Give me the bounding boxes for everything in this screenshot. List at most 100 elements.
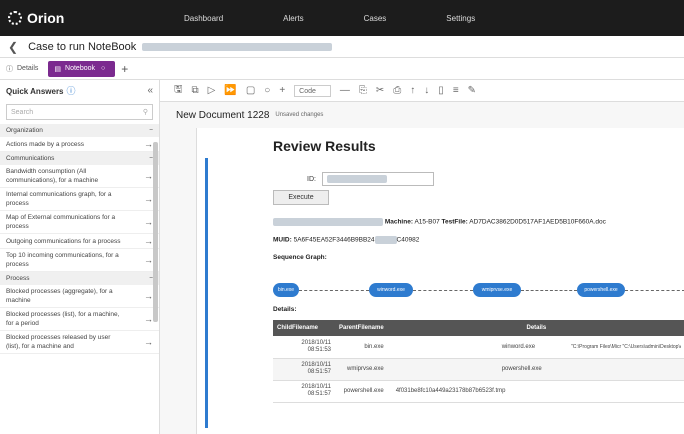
table-header-row: ChildFilename ParentFilename Details <box>273 320 684 336</box>
sequence-graph: bin.exe winword.exe wmiprvse.exe powersh… <box>273 280 684 300</box>
row-details: winword.exe "C:\Program Files\Micr "C:\Us… <box>387 336 684 359</box>
table-row[interactable]: 2018/10/11 08:51:57 powershell.exe 4f031b… <box>273 380 684 403</box>
case-header: ❮ Case to run NoteBook <box>0 36 684 58</box>
graph-node[interactable]: powershell.exe <box>577 283 625 297</box>
move-up-icon[interactable]: ↑ <box>410 85 415 96</box>
restart-icon[interactable]: ○ <box>264 85 270 96</box>
collapse-sidebar-icon[interactable]: « <box>147 85 153 96</box>
row-timestamp: 2018/10/11 08:51:53 <box>273 336 335 359</box>
cell-type-select[interactable]: Code <box>294 84 331 97</box>
item-label: Blocked processes released by user (list… <box>6 334 111 350</box>
execute-button[interactable]: Execute <box>273 190 329 205</box>
export-icon[interactable]: ⧉ <box>192 85 199 96</box>
add-tab-icon[interactable]: + <box>121 62 128 76</box>
col-child[interactable]: ChildFilename <box>273 320 335 336</box>
redacted-prefix <box>273 218 383 226</box>
item-label: Map of External communications for a pro… <box>6 214 116 230</box>
item-label: Blocked processes (aggregate), for a mac… <box>6 288 113 304</box>
row-parent: powershell.exe <box>501 366 542 372</box>
run-all-icon[interactable]: ⏩ <box>224 85 236 96</box>
machine-label: Machine: <box>384 218 413 226</box>
move-down-icon[interactable]: ↓ <box>424 85 429 96</box>
sequence-graph-label: Sequence Graph: <box>273 254 327 261</box>
list-item[interactable]: Outgoing communications for a process → <box>0 234 159 249</box>
list-item[interactable]: Blocked processes (list), for a machine,… <box>0 308 159 331</box>
stop-icon[interactable]: ▢ <box>246 85 255 96</box>
list-item[interactable]: Bandwidth consumption (All communication… <box>0 165 159 188</box>
tab-notebook[interactable]: ▤ Notebook ○ <box>48 60 116 77</box>
row-parent: 4f031be8fc10a449a23178b87b6523f.tmp <box>395 388 506 394</box>
details-label-text: Details: <box>273 306 297 313</box>
arrow-right-icon: → <box>144 139 153 149</box>
id-input[interactable] <box>321 172 434 186</box>
run-icon[interactable]: ▷ <box>208 85 216 96</box>
menu-icon[interactable]: ≡ <box>453 85 459 96</box>
graph-node[interactable]: winword.exe <box>369 283 413 297</box>
row-timestamp: 2018/10/11 08:51:57 <box>273 358 335 381</box>
nav-cases[interactable]: Cases <box>364 14 387 23</box>
list-item[interactable]: Actions made by a process → <box>0 137 159 152</box>
graph-node[interactable]: bin.exe <box>273 283 299 297</box>
arrow-right-icon: → <box>144 236 153 246</box>
copy-icon[interactable]: ⎘ <box>359 85 367 96</box>
edit-icon[interactable]: ✎ <box>468 85 476 96</box>
graph-edge <box>299 290 369 291</box>
table-row[interactable]: 2018/10/11 08:51:57 wmiprvse.exe powershe… <box>273 358 684 381</box>
paste-icon[interactable]: ⎙ <box>393 85 401 96</box>
item-label: Blocked processes (list), for a machine,… <box>6 311 120 327</box>
orion-logo-icon <box>8 11 22 25</box>
close-tab-icon[interactable]: ○ <box>101 65 105 72</box>
col-details[interactable]: Details <box>387 320 684 336</box>
details-table: ChildFilename ParentFilename Details 201… <box>273 320 684 403</box>
arrow-right-icon: → <box>144 171 153 181</box>
add-cell-icon[interactable]: + <box>279 85 285 96</box>
tab-details-label: Details <box>17 65 39 72</box>
row-date: 2018/10/11 <box>301 339 331 346</box>
top-navbar: Orion Dashboard Alerts Cases Settings <box>0 0 684 36</box>
back-arrow-icon[interactable]: ❮ <box>8 40 18 54</box>
search-placeholder: Search <box>11 108 34 116</box>
help-icon[interactable]: ⓘ <box>67 86 76 96</box>
item-label: Internal communications graph, for a pro… <box>6 191 112 207</box>
group-communications[interactable]: Communications − <box>0 152 159 165</box>
nav-dashboard[interactable]: Dashboard <box>184 14 223 23</box>
sidebar-scrollbar[interactable] <box>153 142 158 322</box>
graph-node[interactable]: wmiprvse.exe <box>473 283 521 297</box>
list-item[interactable]: Top 10 incoming communications, for a pr… <box>0 249 159 272</box>
redacted-muid <box>374 236 397 244</box>
muid-value: 5A6F45EA52F3446B9BB24 <box>293 236 375 244</box>
nav-alerts[interactable]: Alerts <box>283 14 303 23</box>
col-parent[interactable]: ParentFilename <box>335 320 388 336</box>
quick-answers-sidebar: Quick Answers ⓘ « Search ⚲ Organization − … <box>0 80 160 434</box>
arrow-right-icon: → <box>144 291 153 301</box>
search-icon: ⚲ <box>142 109 148 116</box>
muid-line: MUID: 5A6F45EA52F3446B9BB24 C40982 <box>273 236 419 244</box>
nav-settings[interactable]: Settings <box>446 14 475 23</box>
arrow-right-icon: → <box>144 217 153 227</box>
sidebar-search-input[interactable]: Search ⚲ <box>6 104 153 120</box>
document-name[interactable]: New Document 1228 <box>176 110 269 121</box>
document-header: New Document 1228 Unsaved changes <box>160 102 684 128</box>
save-icon[interactable]: 🖫 <box>174 82 183 99</box>
save-status: Unsaved changes <box>275 112 324 118</box>
group-organization[interactable]: Organization − <box>0 124 159 137</box>
row-child: wmiprvse.exe <box>335 358 388 381</box>
cut-icon[interactable]: ✂ <box>376 85 384 96</box>
list-item[interactable]: Blocked processes (aggregate), for a mac… <box>0 285 159 308</box>
list-item[interactable]: Blocked processes released by user (list… <box>0 331 159 354</box>
tab-details[interactable]: ⓘ Details <box>0 61 44 77</box>
table-row[interactable]: 2018/10/11 08:51:53 bin.exe winword.exe "C… <box>273 336 684 359</box>
list-item[interactable]: Internal communications graph, for a pro… <box>0 188 159 211</box>
app-logo[interactable]: Orion <box>8 10 168 26</box>
separator-icon: — <box>339 85 350 96</box>
info-icon: ⓘ <box>6 65 13 73</box>
review-results-title: Review Results <box>273 138 376 154</box>
testfile-value: AD7DAC3862D0D517AF1AED5B10F660A.doc <box>469 218 606 226</box>
graph-edge <box>521 290 577 291</box>
arrow-right-icon: → <box>144 255 153 265</box>
delete-icon[interactable]: ▯ <box>438 85 444 96</box>
list-item[interactable]: Map of External communications for a pro… <box>0 211 159 234</box>
arrow-right-icon: → <box>144 337 153 347</box>
group-process[interactable]: Process − <box>0 272 159 285</box>
group-label: Organization <box>6 127 43 134</box>
